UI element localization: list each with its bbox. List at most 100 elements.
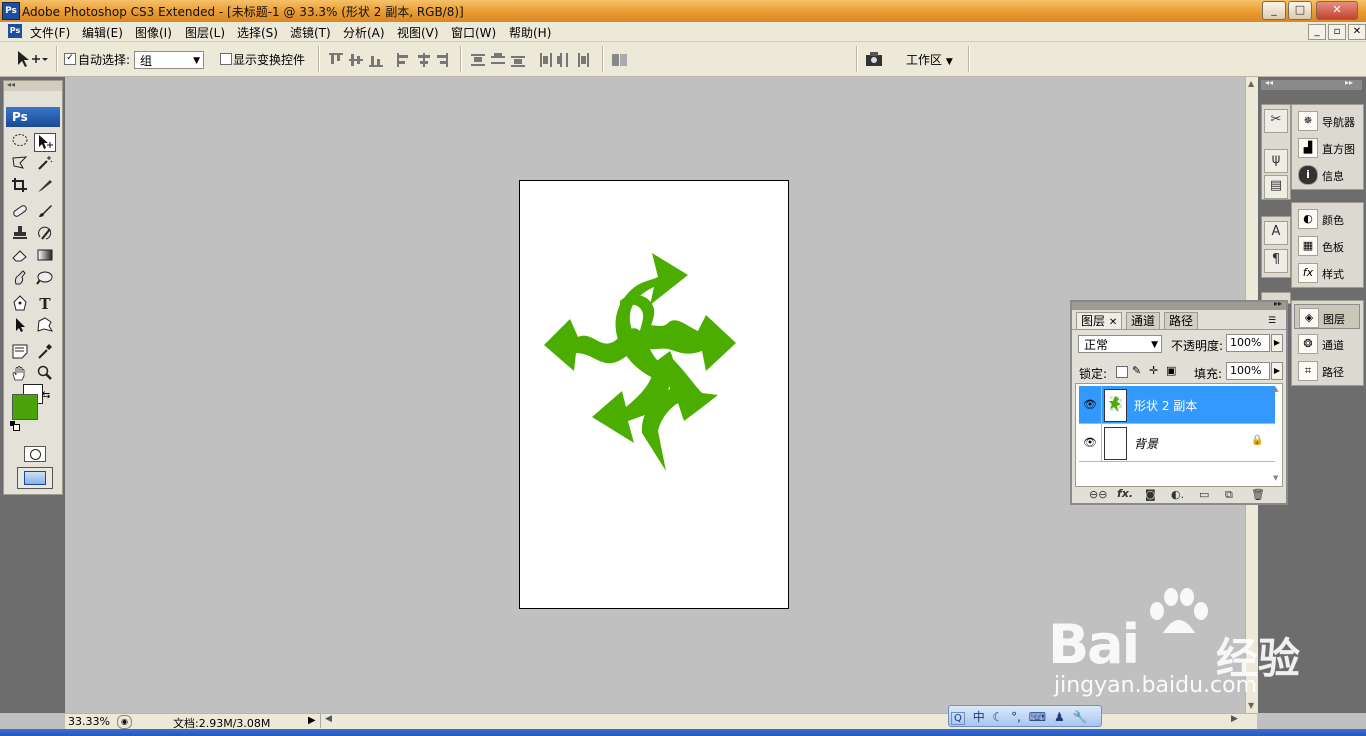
layers-panel-titlebar[interactable]: ▸▸ — [1072, 299, 1286, 310]
align-buttons-group[interactable] — [328, 52, 448, 68]
channels-panel-button[interactable]: ❂ 通道 — [1294, 331, 1360, 356]
tab-layers[interactable]: 图层 ✕ — [1076, 312, 1123, 330]
lock-pixels-icon[interactable]: ✎ — [1132, 364, 1141, 377]
maximize-button[interactable]: □ — [1288, 1, 1312, 20]
adjustment-layer-icon[interactable]: ◐. — [1171, 488, 1184, 501]
status-menu-arrow-icon[interactable]: ▶ — [308, 715, 316, 726]
clone-stamp-tool[interactable] — [9, 225, 31, 244]
eye-visibility-icon[interactable]: 👁 — [1083, 398, 1097, 411]
layers-scrollbar[interactable]: ▲ ▼ — [1272, 384, 1282, 486]
layer-row[interactable]: 👁 背景 🔒 — [1079, 424, 1275, 462]
lock-all-icon[interactable]: ▣ — [1166, 364, 1176, 377]
swirl-arrows-shape[interactable] — [520, 181, 788, 608]
healing-brush-tool[interactable] — [9, 203, 31, 222]
eye-visibility-icon[interactable]: 👁 — [1083, 436, 1097, 449]
close-tab-icon[interactable]: ✕ — [1109, 317, 1117, 328]
lock-transparency-icon[interactable] — [1116, 366, 1128, 378]
scroll-left-icon[interactable]: ◀ — [325, 714, 332, 724]
swatches-panel-button[interactable]: ▦ 色板 — [1294, 233, 1360, 258]
styles-panel-button[interactable]: fx 样式 — [1294, 260, 1360, 285]
dock-header[interactable]: ◂◂ ▸▸ — [1261, 78, 1362, 90]
expand-icon[interactable]: ▸▸ — [1274, 299, 1282, 308]
ime-user-icon[interactable]: ♟ — [1054, 710, 1065, 724]
show-transform-checkbox[interactable] — [220, 53, 232, 65]
expand-icon[interactable]: ▸▸ — [1345, 78, 1353, 87]
menu-image[interactable]: 图像(I) — [135, 24, 172, 41]
paragraph-icon[interactable]: ¶ — [1264, 249, 1288, 273]
menu-layer[interactable]: 图层(L) — [185, 24, 225, 41]
link-layers-icon[interactable]: ⊖⊖ — [1089, 488, 1107, 501]
screen-mode-button[interactable] — [17, 467, 53, 489]
tools-ps-logo[interactable]: Ps — [6, 107, 60, 127]
menu-window[interactable]: 窗口(W) — [451, 24, 496, 41]
menu-view[interactable]: 视图(V) — [397, 24, 439, 41]
collapse-icon[interactable]: ◂◂ — [1265, 78, 1273, 87]
workspace-button[interactable]: 工作区 ▼ — [906, 51, 953, 68]
close-button[interactable]: ✕ — [1316, 1, 1358, 20]
clone-source-icon[interactable]: ▤ — [1264, 175, 1288, 199]
move-tool[interactable] — [34, 133, 56, 152]
gradient-tool[interactable] — [34, 247, 56, 266]
document-canvas[interactable] — [519, 180, 789, 609]
slice-tool[interactable] — [34, 177, 56, 196]
crop-tool[interactable] — [9, 177, 31, 196]
minimize-button[interactable]: _ — [1262, 1, 1286, 20]
fill-input[interactable]: 100% — [1226, 362, 1270, 380]
magic-wand-tool[interactable] — [34, 155, 56, 174]
status-icon[interactable]: ◉ — [117, 715, 132, 729]
menu-edit[interactable]: 编辑(E) — [82, 24, 123, 41]
tools-preset-icon[interactable]: ✂ — [1264, 109, 1288, 133]
info-panel-button[interactable]: i 信息 — [1294, 162, 1360, 187]
foreground-color-swatch[interactable] — [12, 394, 38, 420]
paths-panel-button[interactable]: ⌗ 路径 — [1294, 358, 1360, 383]
ime-settings-icon[interactable]: 🔧 — [1073, 710, 1088, 724]
layer-row[interactable]: 👁 形状 2 副本 — [1079, 386, 1275, 424]
ime-punctuation-icon[interactable]: °, — [1011, 710, 1021, 724]
lock-position-icon[interactable]: ✛ — [1149, 364, 1158, 377]
scroll-up-icon[interactable]: ▲ — [1273, 385, 1278, 393]
menu-select[interactable]: 选择(S) — [237, 24, 278, 41]
custom-shape-tool[interactable] — [34, 317, 56, 336]
ime-language-bar[interactable]: Q 中 ☾ °, ⌨ ♟ 🔧 — [948, 705, 1102, 727]
notes-tool[interactable] — [9, 343, 31, 362]
doc-minimize-button[interactable]: _ — [1308, 24, 1326, 40]
zoom-tool[interactable] — [34, 365, 56, 384]
doc-close-button[interactable]: ✕ — [1348, 24, 1366, 40]
brush-tool[interactable] — [34, 203, 56, 222]
doc-restore-button[interactable]: ▫ — [1328, 24, 1346, 40]
swap-colors-icon[interactable]: ⇆ — [42, 390, 50, 401]
auto-align-icon[interactable] — [611, 52, 629, 68]
hand-tool[interactable] — [9, 365, 31, 384]
quick-mask-button[interactable] — [24, 446, 46, 462]
type-tool[interactable]: T — [34, 295, 56, 314]
brushes-icon[interactable]: ψ — [1264, 149, 1288, 173]
layers-panel-button[interactable]: ◈ 图层 — [1294, 304, 1360, 329]
ime-keyboard-icon[interactable]: ⌨ — [1029, 710, 1046, 724]
character-icon[interactable]: A — [1264, 221, 1288, 245]
add-mask-icon[interactable]: ◙ — [1145, 488, 1156, 501]
menu-file[interactable]: 文件(F) — [30, 24, 70, 41]
path-selection-tool[interactable] — [9, 317, 31, 336]
histogram-panel-button[interactable]: ▟ 直方图 — [1294, 135, 1360, 160]
new-layer-icon[interactable]: ⧉ — [1225, 488, 1233, 502]
blur-tool[interactable] — [9, 269, 31, 288]
horizontal-scrollbar[interactable]: ◀ ▶ — [320, 714, 1246, 728]
fill-slider-button[interactable]: ▶ — [1271, 362, 1283, 380]
windows-taskbar[interactable] — [0, 729, 1366, 736]
auto-select-dropdown[interactable]: 组 ▼ — [134, 51, 204, 69]
tab-paths[interactable]: 路径 — [1164, 312, 1199, 330]
scroll-down-icon[interactable]: ▼ — [1273, 474, 1278, 482]
bridge-icon[interactable] — [864, 50, 888, 70]
polygonal-lasso-tool[interactable] — [9, 155, 31, 174]
ime-halfwidth-icon[interactable]: ☾ — [993, 710, 1004, 724]
tab-channels[interactable]: 通道 — [1126, 312, 1161, 330]
tool-preset-picker[interactable] — [14, 49, 50, 69]
blend-mode-dropdown[interactable]: 正常 ▼ — [1078, 335, 1162, 353]
doc-logo-icon[interactable]: Ps — [8, 24, 22, 38]
navigator-panel-button[interactable]: ✵ 导航器 — [1294, 108, 1360, 133]
ime-chinese-mode[interactable]: 中 — [973, 708, 985, 725]
eraser-tool[interactable] — [9, 247, 31, 266]
tools-panel-header[interactable]: ◂◂ — [4, 80, 62, 91]
panel-menu-icon[interactable]: ☰ — [1268, 316, 1276, 326]
eyedropper-tool[interactable] — [34, 343, 56, 362]
